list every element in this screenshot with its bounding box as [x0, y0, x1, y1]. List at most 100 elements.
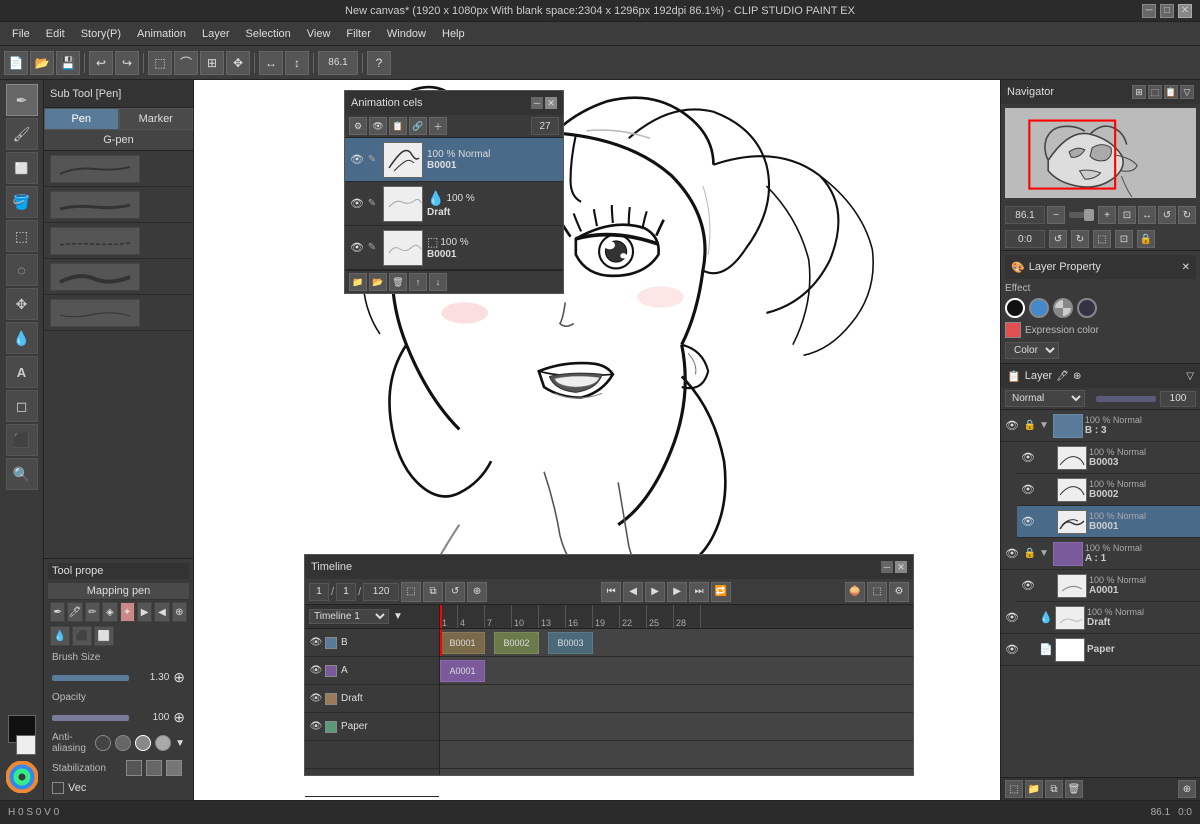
sub-icon-11[interactable]: ⬜	[94, 626, 114, 646]
menu-edit[interactable]: Edit	[38, 26, 73, 42]
nav-coord-btn-2[interactable]: ↻	[1071, 230, 1089, 248]
layer-a0001[interactable]: 👁 100 % Normal A0001	[1017, 570, 1200, 602]
nav-coord-btn-4[interactable]: ⊡	[1115, 230, 1133, 248]
tl-prev-btn[interactable]: ⏮	[601, 582, 621, 602]
layer-draft[interactable]: 👁 💧 100 % Normal Draft	[1001, 602, 1200, 634]
anim-cel-vis-2[interactable]: 👁	[349, 196, 365, 212]
aa-strong[interactable]	[155, 735, 171, 751]
tl-settings-btn[interactable]: ⚙	[889, 582, 909, 602]
brush-item[interactable]	[44, 151, 193, 187]
timeline-minimize[interactable]: ─	[881, 561, 893, 573]
help-btn[interactable]: ?	[367, 51, 391, 75]
minimize-btn[interactable]: ─	[1142, 4, 1156, 18]
sub-icon-4[interactable]: ◈	[102, 602, 117, 622]
tool-3d[interactable]: ⬛	[6, 424, 38, 456]
stab-1[interactable]	[126, 760, 142, 776]
nav-zoom-in[interactable]: +	[1098, 206, 1116, 224]
menu-file[interactable]: File	[4, 26, 38, 42]
menu-filter[interactable]: Filter	[338, 26, 378, 42]
effect-blue-circle[interactable]	[1029, 298, 1049, 318]
move-btn[interactable]: ✥	[226, 51, 250, 75]
timeline-close[interactable]: ✕	[895, 561, 907, 573]
aa-none[interactable]	[95, 735, 111, 751]
effect-dark-circle[interactable]	[1077, 298, 1097, 318]
nav-coord-x[interactable]	[1005, 230, 1045, 248]
zoom-display[interactable]: 86.1	[318, 51, 358, 75]
anim-panel-header[interactable]: Animation cels ─ ✕	[345, 91, 563, 115]
tool-eyedropper[interactable]: 💧	[6, 322, 38, 354]
menu-animation[interactable]: Animation	[129, 26, 194, 42]
layer-b0003[interactable]: 👁 100 % Normal B0003	[1017, 442, 1200, 474]
tl-next-btn[interactable]: ⏭	[689, 582, 709, 602]
anim-cel-active[interactable]: 👁 ✎ 100 % Normal B0001	[345, 138, 563, 182]
layer-down-btn[interactable]: ⊕	[1178, 780, 1196, 798]
tl-cel-b0002[interactable]: B0002	[494, 632, 539, 654]
layer-vis-paper[interactable]: 👁	[1003, 641, 1021, 659]
layer-group-btn[interactable]: 📁	[1025, 780, 1043, 798]
layer-del-btn[interactable]: 🗑	[1065, 780, 1083, 798]
opacity-slider[interactable]	[1096, 396, 1156, 402]
tl-onion-btn[interactable]: 🧅	[845, 582, 865, 602]
nav-slider-thumb[interactable]	[1084, 209, 1094, 221]
aa-dropdown[interactable]: ▼	[175, 738, 185, 749]
sub-icon-8[interactable]: ⊕	[172, 602, 187, 622]
brush-item[interactable]	[44, 259, 193, 295]
brush-size-slider[interactable]	[52, 675, 129, 681]
anim-cel-b0001[interactable]: 👁 ✎ ⬚ 100 % B0001	[345, 226, 563, 270]
save-btn[interactable]: 💾	[56, 51, 80, 75]
tl-new-cel-btn[interactable]: ⬚	[401, 582, 421, 602]
flip-v-btn[interactable]: ↕	[285, 51, 309, 75]
tl-dropdown-arrow[interactable]: ▼	[393, 611, 403, 622]
tool-zoom[interactable]: 🔍	[6, 458, 38, 490]
selection-btn[interactable]: ⬚	[148, 51, 172, 75]
anim-icon-btn[interactable]: 📋	[389, 117, 407, 135]
anim-del-btn[interactable]: 🗑	[389, 273, 407, 291]
tl-add-btn[interactable]: ⊕	[467, 582, 487, 602]
nav-zoom-out[interactable]: −	[1047, 206, 1065, 224]
tool-brush[interactable]: 🖌	[6, 118, 38, 150]
menu-layer[interactable]: Layer	[194, 26, 238, 42]
nav-icon-1[interactable]: ⊞	[1132, 85, 1146, 99]
sub-icon-5[interactable]: ✦	[120, 602, 135, 622]
tl-next-frame-btn[interactable]: ▶	[667, 582, 687, 602]
anim-down-btn[interactable]: ↓	[429, 273, 447, 291]
tl-cel-a0001[interactable]: A0001	[440, 660, 485, 682]
open-btn[interactable]: 📂	[30, 51, 54, 75]
brush-item[interactable]	[44, 187, 193, 223]
anim-view-btn[interactable]: 👁	[369, 117, 387, 135]
layer-vis-b0003[interactable]: 👁	[1019, 449, 1037, 467]
nav-icon-3[interactable]: 📋	[1164, 85, 1178, 99]
group-arrow-a[interactable]: ▼	[1039, 548, 1049, 559]
tl-cel-b0003[interactable]: B0003	[548, 632, 593, 654]
layer-vis-a0001[interactable]: 👁	[1019, 577, 1037, 595]
color-wheel-btn[interactable]	[6, 761, 38, 796]
tl-eye-paper[interactable]: 👁	[309, 720, 323, 734]
tl-cel-b0001[interactable]: B0001	[440, 632, 485, 654]
anim-panel-minimize[interactable]: ─	[531, 97, 543, 109]
flip-h-btn[interactable]: ↔	[259, 51, 283, 75]
effect-checker-circle[interactable]	[1053, 298, 1073, 318]
sub-icon-9[interactable]: 💧	[50, 626, 70, 646]
anim-link-btn[interactable]: 🔗	[409, 117, 427, 135]
stab-2[interactable]	[146, 760, 162, 776]
tool-eraser[interactable]: ⬜	[6, 152, 38, 184]
redo-btn[interactable]: ↪	[115, 51, 139, 75]
menu-selection[interactable]: Selection	[238, 26, 299, 42]
layer-paper[interactable]: 👁 📄 Paper	[1001, 634, 1200, 666]
tool-pen[interactable]: ✒	[6, 84, 38, 116]
tl-total-frames[interactable]	[363, 583, 399, 601]
anim-settings-btn[interactable]: ⚙	[349, 117, 367, 135]
layer-group-b[interactable]: 👁 🔒 ▼ 100 % Normal B : 3	[1001, 410, 1200, 442]
tl-play-btn[interactable]: ▶	[645, 582, 665, 602]
sub-icon-3[interactable]: ✏	[85, 602, 100, 622]
tab-pen[interactable]: Pen	[44, 108, 119, 130]
sub-icon-2[interactable]: 🖊	[67, 602, 82, 622]
nav-icon-2[interactable]: ⬚	[1148, 85, 1162, 99]
brush-size-stepper[interactable]: ⊕	[173, 669, 185, 686]
layer-vis-b[interactable]: 👁	[1003, 417, 1021, 435]
tl-frame-input[interactable]	[309, 583, 329, 601]
tl-loop-btn[interactable]: ↺	[445, 582, 465, 602]
aa-weak[interactable]	[115, 735, 131, 751]
tl-onion2-btn[interactable]: ⬚	[867, 582, 887, 602]
nav-flip-btn[interactable]: ↔	[1138, 206, 1156, 224]
